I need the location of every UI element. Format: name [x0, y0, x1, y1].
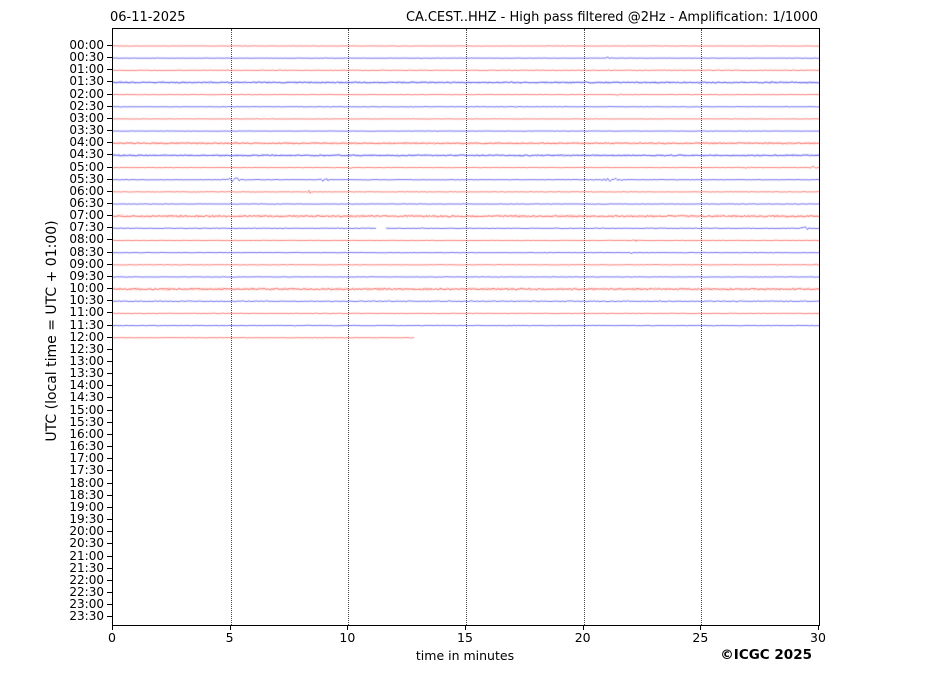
y-tick-mark	[107, 81, 112, 82]
y-tick-mark	[107, 106, 112, 107]
y-tick-mark	[107, 325, 112, 326]
y-tick-label: 23:30	[69, 609, 104, 624]
y-tick-label: 22:00	[69, 572, 104, 587]
y-tick-mark	[107, 276, 112, 277]
y-tick-mark	[107, 239, 112, 240]
x-tick-label: 20	[574, 630, 591, 645]
plot-area	[112, 28, 820, 626]
y-tick-mark	[107, 385, 112, 386]
y-tick-mark	[107, 495, 112, 496]
y-tick-mark	[107, 397, 112, 398]
y-tick-label: 08:00	[69, 232, 104, 247]
y-tick-mark	[107, 57, 112, 58]
y-tick-mark	[107, 118, 112, 119]
x-tick-label: 25	[692, 630, 709, 645]
y-tick-mark	[107, 252, 112, 253]
y-tick-mark	[107, 458, 112, 459]
y-tick-label: 08:30	[69, 244, 104, 259]
helicorder-figure: 06-11-2025 CA.CEST..HHZ - High pass filt…	[0, 0, 927, 696]
y-tick-label: 17:30	[69, 463, 104, 478]
y-tick-label: 18:30	[69, 487, 104, 502]
y-tick-mark	[107, 568, 112, 569]
y-tick-mark	[107, 556, 112, 557]
y-tick-label: 01:30	[69, 74, 104, 89]
y-tick-mark	[107, 507, 112, 508]
y-tick-label: 04:30	[69, 147, 104, 162]
y-tick-mark	[107, 373, 112, 374]
y-tick-mark	[107, 519, 112, 520]
y-tick-mark	[107, 470, 112, 471]
y-tick-mark	[107, 264, 112, 265]
y-tick-mark	[107, 179, 112, 180]
x-tick-label: 10	[339, 630, 356, 645]
y-tick-mark	[107, 434, 112, 435]
y-tick-mark	[107, 580, 112, 581]
y-tick-mark	[107, 312, 112, 313]
x-tick-label: 30	[810, 630, 826, 645]
y-tick-mark	[107, 203, 112, 204]
y-tick-label: 12:00	[69, 329, 104, 344]
y-tick-mark	[107, 191, 112, 192]
plot-date: 06-11-2025	[110, 10, 186, 25]
y-tick-mark	[107, 616, 112, 617]
x-axis-label: time in minutes	[415, 648, 515, 663]
y-tick-label: 11:30	[69, 317, 104, 332]
y-tick-mark	[107, 446, 112, 447]
y-tick-mark	[107, 543, 112, 544]
x-tick-label: 5	[225, 630, 234, 645]
y-tick-mark	[107, 288, 112, 289]
y-tick-label: 05:30	[69, 171, 104, 186]
x-tick-label: 0	[108, 630, 116, 645]
y-tick-mark	[107, 142, 112, 143]
y-tick-mark	[107, 410, 112, 411]
x-tick-label: 15	[457, 630, 473, 645]
y-tick-label: 21:00	[69, 548, 104, 563]
y-tick-label: 02:00	[69, 86, 104, 101]
y-tick-mark	[107, 69, 112, 70]
plot-title: CA.CEST..HHZ - High pass filtered @2Hz -…	[405, 10, 818, 25]
y-tick-mark	[107, 349, 112, 350]
y-tick-mark	[107, 422, 112, 423]
y-tick-mark	[107, 130, 112, 131]
y-tick-mark	[107, 361, 112, 362]
y-tick-mark	[107, 531, 112, 532]
y-tick-mark	[107, 300, 112, 301]
y-tick-label: 20:30	[69, 536, 104, 551]
y-tick-mark	[107, 94, 112, 95]
seismogram-canvas	[113, 29, 819, 625]
y-tick-mark	[107, 337, 112, 338]
y-tick-mark	[107, 45, 112, 46]
y-tick-mark	[107, 167, 112, 168]
y-tick-mark	[107, 227, 112, 228]
y-tick-label: 05:00	[69, 159, 104, 174]
y-tick-mark	[107, 592, 112, 593]
y-tick-mark	[107, 154, 112, 155]
y-tick-label: 09:00	[69, 256, 104, 271]
y-tick-label: 18:00	[69, 475, 104, 490]
y-tick-label: 15:30	[69, 414, 104, 429]
y-tick-mark	[107, 483, 112, 484]
y-tick-mark	[107, 604, 112, 605]
copyright: ©ICGC 2025	[720, 647, 812, 663]
y-tick-label: 02:30	[69, 98, 104, 113]
y-tick-label: 21:30	[69, 560, 104, 575]
y-tick-label: 14:30	[69, 390, 104, 405]
y-tick-mark	[107, 215, 112, 216]
y-tick-label: 11:00	[69, 305, 104, 320]
y-tick-label: 15:00	[69, 402, 104, 417]
